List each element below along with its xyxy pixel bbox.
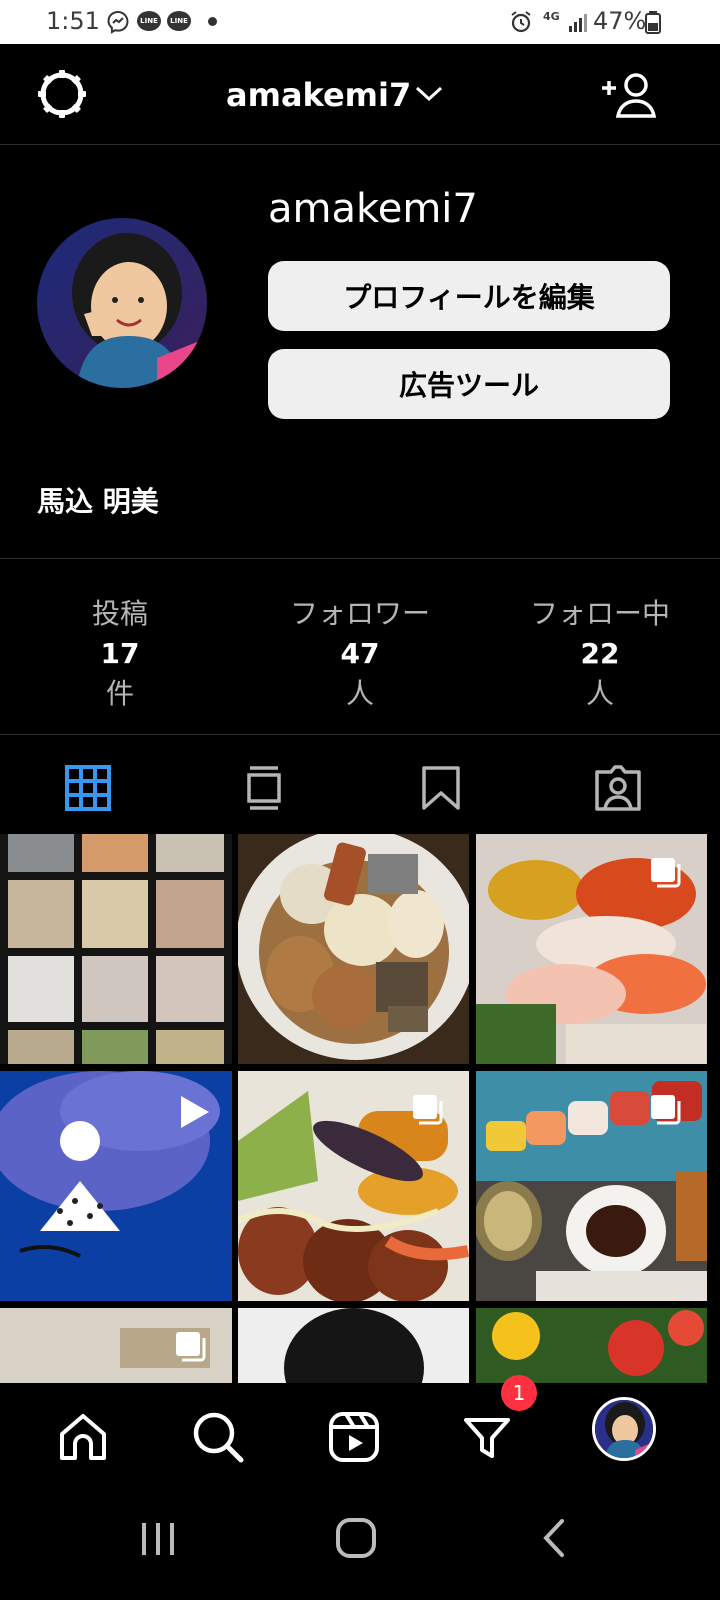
grid-icon bbox=[65, 765, 111, 811]
gear-icon bbox=[38, 70, 86, 118]
collage-photo bbox=[0, 834, 232, 1064]
bottom-navigation bbox=[0, 1383, 720, 1493]
nav-home[interactable] bbox=[51, 1405, 115, 1469]
divider bbox=[0, 558, 720, 559]
messenger-icon bbox=[107, 10, 129, 34]
header-username: amakemi7 bbox=[226, 76, 412, 114]
post-thumbnail[interactable] bbox=[238, 1308, 469, 1383]
line-icon: LINE bbox=[137, 11, 161, 31]
activity-icon bbox=[464, 1418, 510, 1458]
battery-icon bbox=[645, 11, 661, 34]
stat-following[interactable]: フォロー中 22 人 bbox=[480, 594, 720, 714]
stat-count: 17 bbox=[100, 637, 140, 670]
profile-avatar bbox=[595, 1400, 653, 1458]
tab-igtv[interactable] bbox=[234, 760, 294, 816]
edit-profile-button[interactable]: プロフィールを編集 bbox=[268, 261, 670, 331]
status-time: 1:51 bbox=[46, 7, 100, 35]
stat-count: 22 bbox=[580, 637, 620, 670]
flowers-photo bbox=[476, 1308, 707, 1383]
stat-unit: 人 bbox=[585, 677, 614, 710]
multi-photo-icon bbox=[413, 1095, 443, 1125]
nav-reels[interactable] bbox=[322, 1405, 386, 1469]
stat-posts[interactable]: 投稿 17 件 bbox=[0, 594, 240, 714]
post-thumbnail[interactable] bbox=[476, 1308, 707, 1383]
status-bar: 1:51 LINE LINE 4G 47% bbox=[0, 0, 720, 44]
settings-button[interactable] bbox=[36, 68, 88, 120]
network-type: 4G bbox=[543, 10, 560, 23]
post-thumbnail[interactable] bbox=[0, 1071, 232, 1301]
home-button[interactable] bbox=[333, 1515, 379, 1561]
stat-unit: 人 bbox=[345, 677, 374, 710]
stat-unit: 件 bbox=[105, 677, 134, 710]
post-thumbnail[interactable] bbox=[238, 834, 469, 1064]
tab-saved[interactable] bbox=[411, 760, 471, 816]
profile-username: amakemi7 bbox=[268, 186, 478, 232]
post-thumbnail[interactable] bbox=[476, 1071, 707, 1301]
post-thumbnail[interactable] bbox=[476, 834, 707, 1064]
portrait-photo bbox=[238, 1308, 469, 1383]
search-icon bbox=[193, 1412, 244, 1463]
multi-photo-icon bbox=[651, 1095, 681, 1125]
oden-photo bbox=[238, 834, 469, 1064]
tab-grid[interactable] bbox=[58, 760, 118, 816]
system-navigation-bar bbox=[0, 1493, 720, 1600]
multi-photo-icon bbox=[651, 858, 681, 888]
more-notifications-dot bbox=[208, 17, 217, 26]
reels-icon bbox=[329, 1412, 379, 1462]
stat-label: 投稿 bbox=[91, 597, 148, 630]
stat-count: 47 bbox=[340, 637, 380, 670]
nav-search[interactable] bbox=[186, 1405, 250, 1469]
account-switcher[interactable]: amakemi7 bbox=[226, 44, 466, 144]
post-thumbnail[interactable] bbox=[0, 834, 232, 1064]
recent-apps-icon bbox=[142, 1523, 174, 1555]
divider bbox=[0, 734, 720, 735]
add-user-button[interactable] bbox=[598, 70, 657, 120]
stat-followers[interactable]: フォロワー 47 人 bbox=[240, 594, 480, 714]
profile-avatar[interactable] bbox=[37, 218, 207, 388]
ad-tools-button[interactable]: 広告ツール bbox=[268, 349, 670, 419]
avatar-photo bbox=[37, 218, 207, 388]
chevron-down-icon bbox=[415, 86, 443, 102]
back-button[interactable] bbox=[536, 1515, 576, 1561]
multi-photo-icon bbox=[176, 1332, 206, 1362]
stat-label: フォロワー bbox=[289, 597, 430, 630]
profile-header: amakemi7 bbox=[0, 44, 720, 145]
battery-percent: 47% bbox=[593, 7, 647, 35]
notification-badge: 1 bbox=[501, 1375, 537, 1411]
home-icon bbox=[60, 1414, 106, 1460]
nav-profile[interactable] bbox=[592, 1397, 656, 1461]
line-icon: LINE bbox=[167, 11, 191, 31]
nav-activity[interactable] bbox=[455, 1405, 519, 1469]
tab-tagged[interactable] bbox=[588, 760, 648, 816]
back-icon bbox=[543, 1519, 564, 1557]
add-person-icon bbox=[602, 73, 657, 118]
alarm-icon bbox=[511, 11, 531, 33]
profile-full-name: 馬込 明美 bbox=[37, 485, 159, 518]
home-button-icon bbox=[336, 1518, 376, 1558]
reel-play-icon bbox=[181, 1096, 209, 1128]
post-thumbnail[interactable] bbox=[238, 1071, 469, 1301]
signal-icon bbox=[569, 14, 587, 32]
recent-apps-button[interactable] bbox=[136, 1517, 180, 1561]
stat-label: フォロー中 bbox=[529, 597, 670, 630]
tagged-icon bbox=[595, 765, 641, 811]
igtv-icon bbox=[247, 766, 281, 810]
post-thumbnail[interactable] bbox=[0, 1308, 232, 1383]
bookmark-icon bbox=[422, 766, 460, 810]
